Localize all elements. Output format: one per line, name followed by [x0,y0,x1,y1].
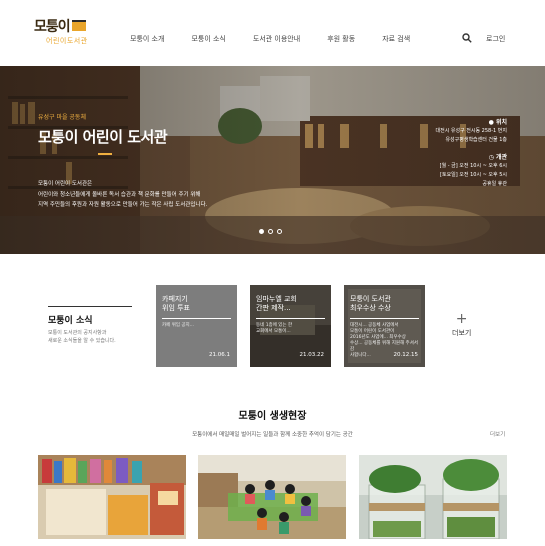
location-label-text: 위치 [495,119,507,126]
news-card-title: 임마누엘 교회 간판 제작... [256,295,325,313]
news-card-divider [350,318,419,319]
news-card-excerpt-line: 교회에서 모퉁이... [256,329,291,334]
logo-main-text: 모퉁이 [34,19,71,35]
news-card-date: 21.03.22 [299,352,325,358]
news-description-line: 모퉁이 도서관의 공지사항과 [48,330,107,336]
news-card-title: 모퉁이 도서관 최우수상 수상 [350,295,419,313]
news-card-excerpt: 카페 위임 공지... [162,323,231,329]
login-link[interactable]: 로그인 [486,34,505,44]
news-card-title-line: 최우수상 수상 [350,304,391,312]
news-section-header: 모퉁이 소식 모퉁이 도서관의 공지사항과 새로운 소식들을 알 수 있습니다. [48,306,132,345]
search-icon[interactable] [462,33,472,43]
news-card-title: 카페지기 위임 투표 [162,295,231,313]
news-card-title-line: 위임 투표 [162,304,190,312]
library-info: ● 위치 대전시 유성구 전시동 258-1 번지 유성구평생학습센터 건물 1… [436,118,508,189]
news-card-title-line: 카페지기 [162,295,188,303]
nav-item-search-catalog[interactable]: 자료 검색 [382,34,410,44]
slide-dot[interactable] [268,229,273,234]
news-card-title-line: 임마누엘 교회 [256,295,297,303]
news-card-divider [162,318,231,319]
plant-jars-photo[interactable] [359,455,507,539]
location-line: 유성구평생학습센터 건물 1층 [445,137,507,143]
news-card-date: 21.06.1 [209,352,230,358]
bookshelf-image [38,455,186,539]
news-card[interactable]: 모퉁이 도서관 최우수상 수상 대전시... 공동체 사업에서 모퉁이 어린이 … [344,285,425,367]
news-card-title-line: 간판 제작... [256,304,291,312]
news-card-excerpt-line: 카페 위임 공지... [162,323,194,328]
location-line: 대전시 유성구 전시동 258-1 번지 [435,128,508,134]
news-card-divider [256,318,325,319]
nav-item-support[interactable]: 후원 활동 [327,34,355,44]
hero-title-underline [98,153,112,155]
location-label: ● 위치 [436,118,507,127]
slide-dot[interactable] [259,229,264,234]
hero-subtitle: 유성구 마을 공동체 [38,114,86,121]
bookshelf-photo[interactable] [38,455,186,539]
children-reading-image [198,455,346,539]
nav-item-news[interactable]: 모퉁이 소식 [191,34,225,44]
news-card[interactable]: 카페지기 위임 투표 카페 위임 공지... 21.06.1 [156,285,237,367]
nav-item-guide[interactable]: 도서관 이용안내 [253,34,300,44]
nav-item-about[interactable]: 모퉁이 소개 [130,34,164,44]
hours-line: [토요일] 오전 10시 ~ 오후 5시 [440,172,507,178]
plus-icon: + [455,311,468,327]
children-reading-photo[interactable] [198,455,346,539]
news-description-line: 새로운 소식들을 알 수 있습니다. [48,337,116,344]
hero-description-line: 어린이와 청소년들에게 올바른 독서 습관과 책 문화를 만들어 주기 위해 [38,191,201,198]
hero-title: 모퉁이 어린이 도서관 [38,128,168,146]
hero-description-line: 모퉁이 어린이 도서관은 [38,181,93,187]
hours-line: [월 - 금] 오전 10시 ~ 오후 6시 [439,163,507,169]
slide-dot[interactable] [277,229,282,234]
site-logo[interactable]: 모퉁이 어린이도서관 [34,16,94,50]
news-more-button[interactable]: + 더보기 [452,312,471,338]
hours-label-text: 개관 [495,154,507,161]
news-card[interactable]: 임마누엘 교회 간판 제작... 동네 1층에 있는 한 교회에서 모퉁이...… [250,285,331,367]
hero-banner: 유성구 마을 공동체 모퉁이 어린이 도서관 모퉁이 어린이 도서관은 어린이와… [0,66,545,254]
news-card-date: 20.12.15 [393,352,419,358]
hours-label: ◷ 개관 [436,153,507,162]
location-pin-icon: ● [488,119,494,126]
news-more-label: 더보기 [452,329,472,337]
logo-book-icon [72,20,86,31]
news-card-excerpt: 동네 1층에 있는 한 교회에서 모퉁이... [256,323,325,335]
news-description: 모퉁이 도서관의 공지사항과 새로운 소식들을 알 수 있습니다. [48,330,132,345]
life-section-subtitle: 모퉁이에서 매일매일 벌어지는 일들과 함께 소중한 추억이 담기는 공간 [192,432,353,438]
logo-sub-text: 어린이도서관 [46,37,88,45]
hours-line: 공휴일 휴관 [482,181,507,187]
life-more-link[interactable]: 더보기 [490,430,505,438]
hero-description: 모퉁이 어린이 도서관은 어린이와 청소년들에게 올바른 독서 습관과 책 문화… [38,179,248,211]
life-section-title: 모퉁이 생생현장 [238,411,307,422]
site-header: 모퉁이 어린이도서관 모퉁이 소개 모퉁이 소식 도서관 이용안내 후원 활동 … [0,0,545,66]
slide-indicators [259,229,286,234]
hero-description-line: 지역 주민들의 후원과 자원 활동으로 만들어 가는 작은 사립 도서관입니다. [38,202,208,208]
news-title: 모퉁이 소식 [48,316,93,326]
news-card-title-line: 모퉁이 도서관 [350,295,391,303]
plant-jars-image [359,455,507,539]
main-nav: 모퉁이 소개 모퉁이 소식 도서관 이용안내 후원 활동 자료 검색 [130,34,437,44]
clock-icon: ◷ [488,154,494,161]
